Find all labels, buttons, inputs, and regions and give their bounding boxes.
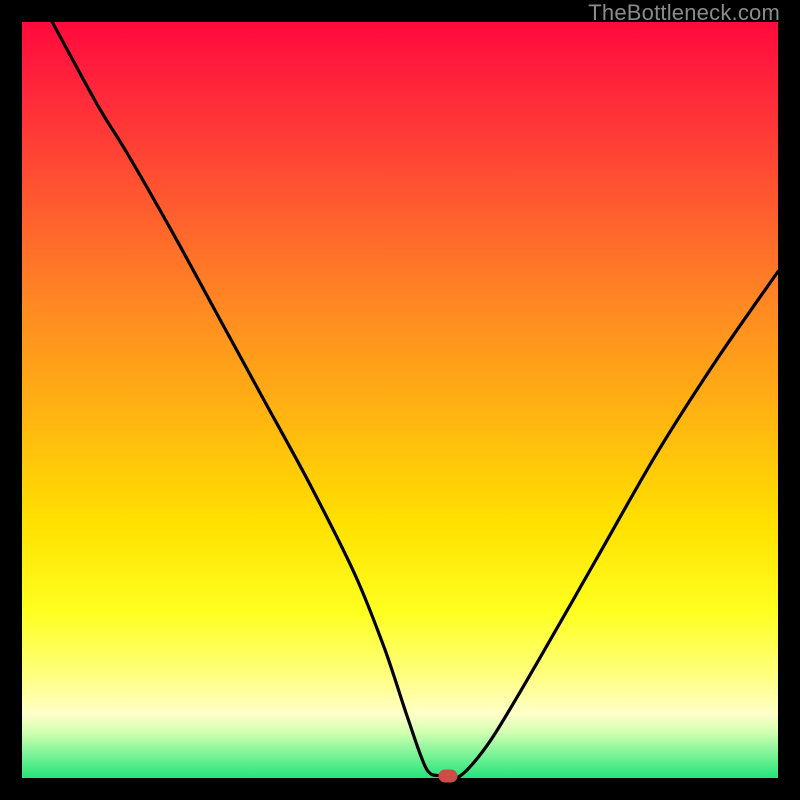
bottleneck-curve bbox=[22, 22, 778, 778]
bottleneck-chart bbox=[22, 22, 778, 778]
optimal-point-marker bbox=[438, 769, 457, 782]
